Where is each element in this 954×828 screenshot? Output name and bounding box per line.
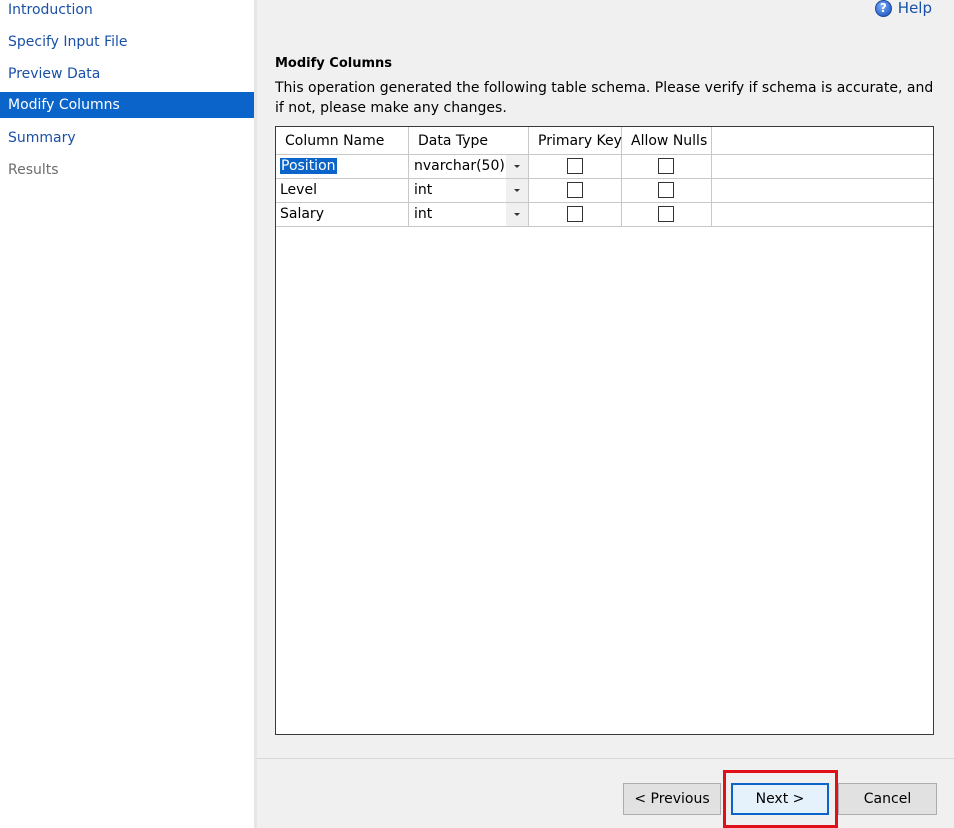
help-icon: ? [874, 0, 892, 17]
sidebar-item-summary[interactable]: Summary [0, 125, 254, 151]
allow-nulls-checkbox[interactable] [658, 182, 674, 198]
header-data-type[interactable]: Data Type [409, 127, 529, 155]
chevron-down-icon [514, 165, 520, 168]
column-name-cell[interactable]: Level [276, 179, 409, 202]
main-panel: ? Help Modify Columns This operation gen… [257, 0, 954, 758]
allow-nulls-cell [622, 179, 712, 202]
page-description: This operation generated the following t… [275, 80, 934, 116]
table-row: Position nvarchar(50) [276, 155, 933, 179]
data-type-dropdown-button[interactable] [506, 203, 528, 226]
sidebar-item-specify-input-file[interactable]: Specify Input File [0, 29, 254, 55]
column-name-text: Position [280, 158, 337, 174]
data-type-cell[interactable]: int [409, 203, 529, 226]
wizard-footer: < Previous Next > Cancel [257, 759, 954, 828]
allow-nulls-cell [622, 155, 712, 178]
header-allow-nulls[interactable]: Allow Nulls [622, 127, 712, 155]
wizard-steps-sidebar: Introduction Specify Input File Preview … [0, 0, 254, 828]
allow-nulls-cell [622, 203, 712, 226]
chevron-down-icon [514, 189, 520, 192]
data-type-value: int [414, 206, 433, 222]
table-row: Level int [276, 179, 933, 203]
sidebar-item-modify-columns[interactable]: Modify Columns [0, 92, 254, 118]
column-name-text: Salary [280, 206, 324, 222]
sidebar-item-results: Results [8, 162, 59, 178]
data-type-value: nvarchar(50) [414, 158, 505, 174]
data-type-dropdown-button[interactable] [506, 179, 528, 202]
grid-header: Column Name Data Type Primary Key Allow … [276, 127, 933, 155]
column-name-text: Level [280, 182, 317, 198]
primary-key-checkbox[interactable] [567, 158, 583, 174]
cancel-button[interactable]: Cancel [838, 783, 937, 815]
data-type-value: int [414, 182, 433, 198]
table-row: Salary int [276, 203, 933, 227]
primary-key-checkbox[interactable] [567, 206, 583, 222]
primary-key-checkbox[interactable] [567, 182, 583, 198]
help-label: Help [897, 0, 932, 17]
header-column-name[interactable]: Column Name [276, 127, 409, 155]
page-title: Modify Columns [275, 56, 393, 71]
primary-key-cell [529, 179, 622, 202]
primary-key-cell [529, 155, 622, 178]
header-primary-key[interactable]: Primary Key [529, 127, 622, 155]
help-link[interactable]: ? Help [874, 0, 932, 18]
chevron-down-icon [514, 213, 520, 216]
data-type-cell[interactable]: nvarchar(50) [409, 155, 529, 178]
allow-nulls-checkbox[interactable] [658, 206, 674, 222]
data-type-dropdown-button[interactable] [506, 155, 528, 178]
allow-nulls-checkbox[interactable] [658, 158, 674, 174]
previous-button[interactable]: < Previous [623, 783, 721, 815]
column-name-cell[interactable]: Salary [276, 203, 409, 226]
data-type-cell[interactable]: int [409, 179, 529, 202]
schema-grid: Column Name Data Type Primary Key Allow … [275, 126, 934, 735]
column-name-cell[interactable]: Position [276, 155, 409, 178]
sidebar-item-introduction[interactable]: Introduction [0, 0, 254, 23]
next-button-highlight [723, 770, 838, 828]
sidebar-item-preview-data[interactable]: Preview Data [0, 61, 254, 87]
primary-key-cell [529, 203, 622, 226]
